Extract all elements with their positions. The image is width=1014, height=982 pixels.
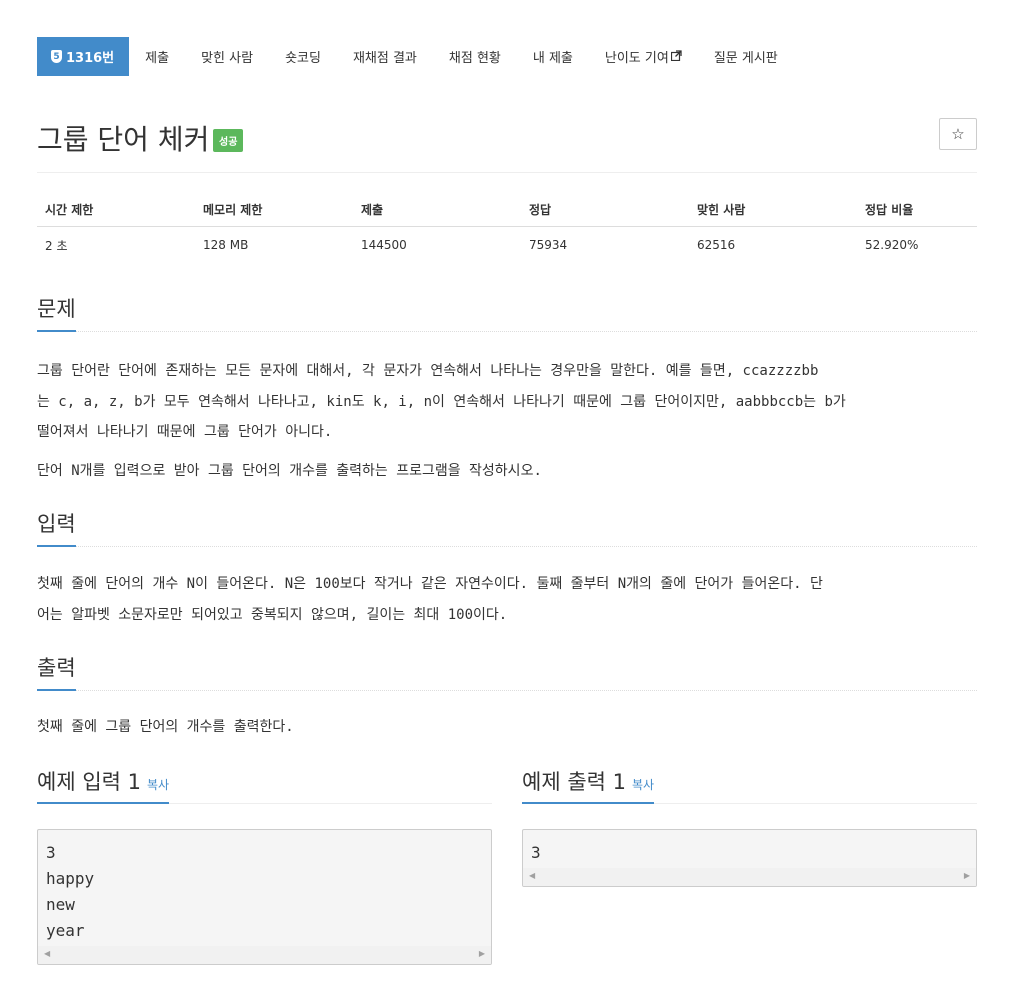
nav-judge-status[interactable]: 채점 현황 <box>433 37 517 76</box>
copy-sample-output-link[interactable]: 복사 <box>632 778 654 792</box>
tier-badge-icon: 5 <box>51 50 62 63</box>
scroll-left-icon[interactable]: ◀ <box>44 949 50 958</box>
sample-output-scrollbar[interactable]: ◀ ▶ <box>523 868 976 886</box>
input-description: 첫째 줄에 단어의 개수 N이 들어온다. N은 100보다 작거나 같은 자연… <box>37 569 977 630</box>
external-link-icon <box>670 49 682 64</box>
sample-output-title: 예제 출력 1 복사 <box>522 766 655 804</box>
sample-input-title: 예제 입력 1 복사 <box>37 766 170 804</box>
info-header-row: 시간 제한 메모리 제한 제출 정답 맞힌 사람 정답 비율 <box>37 192 977 227</box>
nav-solved-users[interactable]: 맞힌 사람 <box>185 37 269 76</box>
input-line: 어는 알파벳 소문자로만 되어있고 중복되지 않으며, 길이는 최대 100이다… <box>37 606 508 623</box>
problem-title: 그룹 단어 체커 <box>37 123 210 156</box>
output-section-title: 출력 <box>37 652 76 691</box>
sample-output-content: 3 <box>523 830 976 868</box>
problem-section-title: 문제 <box>37 293 76 332</box>
problem-line: 그룹 단어란 단어에 존재하는 모든 문자에 대해서, 각 문자가 연속해서 나… <box>37 363 819 379</box>
value-submissions: 144500 <box>361 238 407 252</box>
scroll-right-icon[interactable]: ▶ <box>964 871 970 880</box>
nav-submit[interactable]: 제출 <box>129 37 185 76</box>
problem-description-2: 단어 N개를 입력으로 받아 그룹 단어의 개수를 출력하는 프로그램을 작성하… <box>37 463 542 479</box>
nav-short-coding[interactable]: 숏코딩 <box>269 37 337 76</box>
problem-line: 는 c, a, z, b가 모두 연속해서 나타나고, kin도 k, i, n… <box>37 393 846 410</box>
info-value-row: 2 초 128 MB 144500 75934 62516 52.920% <box>37 227 977 264</box>
sample-input-header: 예제 입력 1 복사 <box>37 766 492 804</box>
problem-description: 그룹 단어란 단어에 존재하는 모든 문자에 대해서, 각 문자가 연속해서 나… <box>37 356 977 448</box>
difficulty-contribution-label: 난이도 기여 <box>604 51 669 66</box>
sample-input-line: year <box>46 921 85 940</box>
header-submissions: 제출 <box>353 192 521 227</box>
nav-question-board[interactable]: 질문 게시판 <box>698 37 794 76</box>
header-solved-users: 맞힌 사람 <box>689 192 857 227</box>
output-section-header: 출력 <box>37 651 977 691</box>
header-memory-limit: 메모리 제한 <box>195 192 353 227</box>
value-accept-ratio: 52.920% <box>865 238 919 252</box>
sample-input-line: new <box>46 895 75 914</box>
problem-number-label: 1316번 <box>66 51 115 66</box>
sample-output-box[interactable]: 3 ◀ ▶ <box>522 829 977 887</box>
nav-difficulty-contribution[interactable]: 난이도 기여 <box>589 37 698 76</box>
header-time-limit: 시간 제한 <box>37 192 195 227</box>
scroll-left-icon[interactable]: ◀ <box>529 871 535 880</box>
header-accept-ratio: 정답 비율 <box>857 192 977 227</box>
output-description: 첫째 줄에 그룹 단어의 개수를 출력한다. <box>37 719 294 735</box>
header-accepted: 정답 <box>521 192 689 227</box>
nav-my-submissions[interactable]: 내 제출 <box>517 37 589 76</box>
sample-input-title-text: 예제 입력 1 <box>37 770 141 794</box>
problem-section-header: 문제 <box>37 292 977 332</box>
problem-nav: 5 1316번 제출 맞힌 사람 숏코딩 재채점 결과 채점 현황 내 제출 난… <box>37 37 794 76</box>
sample-input-box[interactable]: 3 happy new year ◀ ▶ <box>37 829 492 965</box>
solved-status-badge: 성공 <box>213 129 244 152</box>
input-section-title: 입력 <box>37 508 76 547</box>
value-solved-users: 62516 <box>697 238 736 252</box>
sample-input-line: 3 <box>46 843 56 862</box>
sample-output-title-text: 예제 출력 1 <box>522 770 626 794</box>
input-line: 첫째 줄에 단어의 개수 N이 들어온다. N은 100보다 작거나 같은 자연… <box>37 576 823 592</box>
input-section-header: 입력 <box>37 507 977 547</box>
problem-info-table: 시간 제한 메모리 제한 제출 정답 맞힌 사람 정답 비율 2 초 128 M… <box>37 192 977 263</box>
sample-output-header: 예제 출력 1 복사 <box>522 766 977 804</box>
star-icon: ☆ <box>951 125 965 143</box>
value-time-limit: 2 초 <box>45 238 68 253</box>
nav-rejudge-results[interactable]: 재채점 결과 <box>337 37 433 76</box>
title-row: 그룹 단어 체커 성공 ☆ <box>37 112 977 173</box>
sample-input-content: 3 happy new year <box>38 830 491 946</box>
scroll-right-icon[interactable]: ▶ <box>479 949 485 958</box>
value-accepted: 75934 <box>529 238 568 252</box>
value-memory-limit: 128 MB <box>203 238 249 252</box>
favorite-star-button[interactable]: ☆ <box>939 118 977 150</box>
copy-sample-input-link[interactable]: 복사 <box>147 778 169 792</box>
sample-input-panel: 예제 입력 1 복사 3 happy new year ◀ ▶ <box>37 766 492 965</box>
sample-input-scrollbar[interactable]: ◀ ▶ <box>38 946 491 964</box>
problem-line: 떨어져서 나타나기 때문에 그룹 단어가 아니다. <box>37 424 333 440</box>
sample-output-line: 3 <box>531 843 541 862</box>
nav-problem-number[interactable]: 5 1316번 <box>37 37 130 76</box>
sample-output-panel: 예제 출력 1 복사 3 ◀ ▶ <box>522 766 977 887</box>
sample-input-line: happy <box>46 869 95 888</box>
